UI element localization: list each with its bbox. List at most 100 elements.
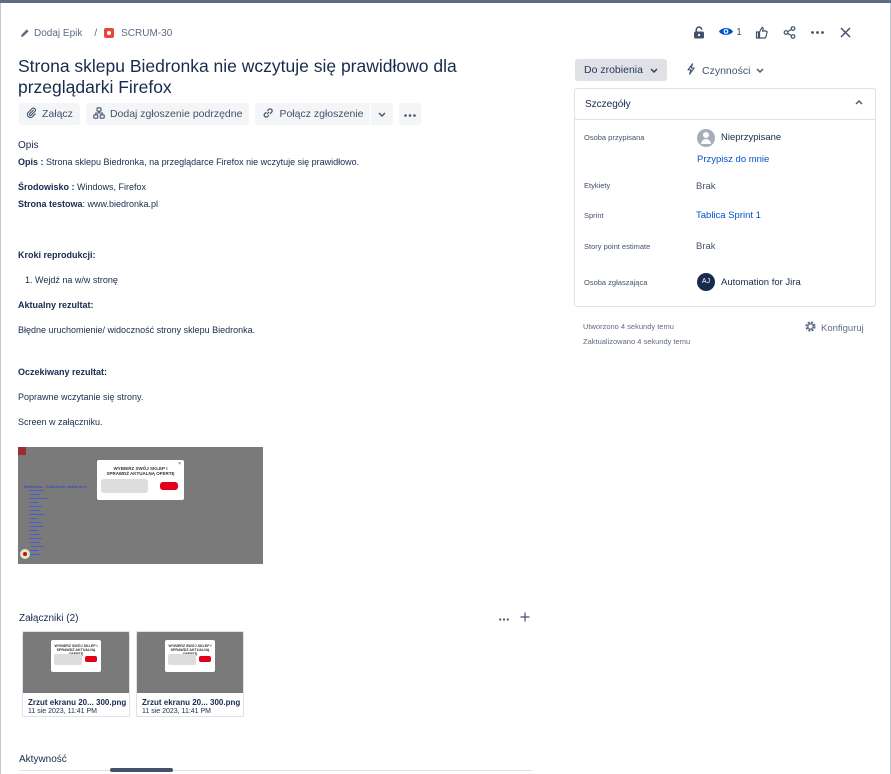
story-points-value[interactable]: Brak xyxy=(696,241,716,252)
share-icon[interactable] xyxy=(775,22,803,42)
attachment-date: 11 sie 2023, 11:41 PM xyxy=(28,708,98,715)
status-label: Do zrobienia xyxy=(584,64,643,76)
chevron-down-icon xyxy=(378,109,386,119)
actual-result-text: Błędne uruchomienie/ widoczność strony s… xyxy=(18,325,256,335)
link-icon xyxy=(262,107,274,122)
expected-result-text: Poprawne wczytanie się strony. xyxy=(18,392,144,402)
add-attachment-icon[interactable] xyxy=(520,612,530,625)
actions-dropdown[interactable]: Czynności xyxy=(686,63,764,78)
more-actions-button[interactable] xyxy=(398,103,421,125)
breadcrumb-separator: / xyxy=(94,27,98,39)
attach-button[interactable]: Załącz xyxy=(19,103,80,125)
paperclip-icon xyxy=(26,107,37,121)
link-issue-button[interactable]: Połącz zgłoszenie xyxy=(255,103,371,125)
site-favicon xyxy=(18,447,26,455)
details-panel-header[interactable]: Szczegóły xyxy=(575,89,875,120)
ladybug-logo xyxy=(20,549,30,559)
thumbs-up-icon[interactable] xyxy=(747,22,775,42)
gear-icon xyxy=(804,320,817,336)
screen-note: Screen w załączniku. xyxy=(18,417,103,427)
screenshot-modal-title: WYBIERZ SWÓJ SKLEP I SPRAWDŹ AKTUALNĄ OF… xyxy=(106,466,175,476)
lock-icon[interactable] xyxy=(685,22,713,42)
watch-count: 1 xyxy=(736,26,742,38)
test-site-label: Strona testowa xyxy=(18,199,83,209)
environment-text: Windows, Firefox xyxy=(74,182,147,192)
issue-title[interactable]: Strona sklepu Biedronka nie wczytuje się… xyxy=(18,56,548,98)
description-opis-line: Opis : Strona sklepu Biedronka, na przeg… xyxy=(18,157,359,167)
hierarchy-icon xyxy=(93,106,105,122)
chevron-down-icon xyxy=(650,66,658,75)
add-epic-link[interactable]: Dodaj Epik xyxy=(34,28,82,39)
attachment-thumbnail: WYBIERZ SWÓJ SKLEP I SPRAWDŹ AKTUALNĄ OF… xyxy=(137,632,243,693)
sprint-value[interactable]: Tablica Sprint 1 xyxy=(696,210,761,221)
chevron-up-icon[interactable] xyxy=(855,97,863,108)
attachments-more-icon[interactable] xyxy=(499,612,509,624)
actions-label: Czynności xyxy=(702,64,751,77)
attachment-thumbnail-button xyxy=(199,656,211,662)
updated-timestamp: Zaktualizowano 4 sekundy temu xyxy=(583,337,691,346)
chevron-down-icon xyxy=(756,66,764,75)
screenshot-store-modal: × WYBIERZ SWÓJ SKLEP I SPRAWDŹ AKTUALNĄ … xyxy=(97,460,184,500)
test-site-text: : www.biedronka.pl xyxy=(82,199,159,209)
labels-value[interactable]: Brak xyxy=(696,181,716,192)
reporter-value[interactable]: Automation for Jira xyxy=(721,277,801,288)
link-issue-label: Połącz zgłoszenie xyxy=(279,108,364,120)
screenshot-modal-input xyxy=(101,479,148,493)
attach-button-label: Załącz xyxy=(42,108,73,120)
created-timestamp: Utworzono 4 sekundy temu xyxy=(583,322,674,331)
eye-icon xyxy=(718,25,734,40)
description-test-site-line: Strona testowa: www.biedronka.pl xyxy=(18,199,158,209)
story-points-label: Story point estimate xyxy=(584,242,651,251)
attachment-name: Zrzut ekranu 20... 300.png xyxy=(28,698,127,707)
expected-result-heading: Oczekiwany rezultat: xyxy=(18,367,108,377)
attachment-card[interactable]: WYBIERZ SWÓJ SKLEP I SPRAWDŹ AKTUALNĄ OF… xyxy=(22,631,130,717)
description-environment-line: Środowisko : Windows, Firefox xyxy=(18,182,146,192)
attachment-thumbnail: WYBIERZ SWÓJ SKLEP I SPRAWDŹ AKTUALNĄ OF… xyxy=(23,632,129,693)
opis-text: Strona sklepu Biedronka, na przeglądarce… xyxy=(43,157,360,167)
issue-action-bar: Załącz Dodaj zgłoszenie podrzędne Połącz… xyxy=(19,103,421,125)
pencil-icon xyxy=(20,28,30,38)
breadcrumb: Dodaj Epik / SCRUM-30 xyxy=(20,25,172,41)
attachment-thumbnail-button xyxy=(85,656,97,662)
activity-tab-indicator[interactable] xyxy=(110,768,173,772)
link-issue-dropdown[interactable] xyxy=(370,103,393,125)
details-title: Szczegóły xyxy=(585,99,631,110)
screenshot-link-list xyxy=(30,490,50,558)
attachment-card[interactable]: WYBIERZ SWÓJ SKLEP I SPRAWDŹ AKTUALNĄ OF… xyxy=(136,631,244,717)
attachment-thumbnail-input xyxy=(168,654,196,665)
attachment-name: Zrzut ekranu 20... 300.png xyxy=(142,698,241,707)
issue-key-link[interactable]: SCRUM-30 xyxy=(121,28,172,39)
watch-button[interactable]: 1 xyxy=(713,22,747,42)
issue-header-actions: 1 xyxy=(685,22,859,42)
details-panel: Szczegóły Osoba przypisana Nieprzypisane… xyxy=(574,88,876,307)
attachments-heading: Załączniki (2) xyxy=(19,613,79,624)
ellipsis-icon xyxy=(403,108,416,120)
close-icon[interactable] xyxy=(831,22,859,42)
sprint-label: Sprint xyxy=(584,211,604,220)
configure-button[interactable]: Konfiguruj xyxy=(804,320,864,336)
steps-heading: Kroki reprodukcji: xyxy=(18,250,96,260)
assign-to-me-link[interactable]: Przypisz do mnie xyxy=(697,154,769,165)
environment-label: Środowisko : xyxy=(18,182,75,192)
attachment-date: 11 sie 2023, 11:41 PM xyxy=(142,708,212,715)
window-top-border xyxy=(0,0,891,3)
screenshot-site-link: Biedronka - Codziennie niskie ceny xyxy=(24,484,87,489)
configure-label: Konfiguruj xyxy=(821,322,864,334)
step-item: 1. Wejdź na w/w stronę xyxy=(25,275,118,285)
avatar: AJ xyxy=(697,273,715,291)
avatar xyxy=(697,129,715,147)
status-dropdown[interactable]: Do zrobienia xyxy=(575,59,667,81)
add-child-issue-button[interactable]: Dodaj zgłoszenie podrzędne xyxy=(85,103,250,125)
embedded-screenshot[interactable]: Biedronka - Codziennie niskie ceny × WYB… xyxy=(18,447,263,564)
ellipsis-icon[interactable] xyxy=(803,22,831,42)
opis-label: Opis : xyxy=(18,157,44,167)
actual-result-heading: Aktualny rezultat: xyxy=(18,300,94,310)
bug-icon xyxy=(104,28,115,38)
assignee-value[interactable]: Nieprzypisane xyxy=(721,132,781,143)
lightning-icon xyxy=(686,63,696,78)
reporter-label: Osoba zgłaszająca xyxy=(584,278,648,287)
attachment-thumbnail-modal: WYBIERZ SWÓJ SKLEP I SPRAWDŹ AKTUALNĄ OF… xyxy=(51,640,101,672)
activity-divider xyxy=(19,770,532,771)
assignee-label: Osoba przypisana xyxy=(584,133,645,142)
attachment-thumbnail-modal: WYBIERZ SWÓJ SKLEP I SPRAWDŹ AKTUALNĄ OF… xyxy=(165,640,215,672)
